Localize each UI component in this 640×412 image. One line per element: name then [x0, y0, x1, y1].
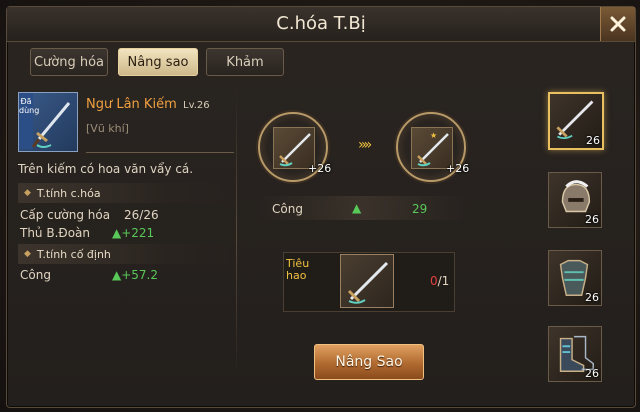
stat-value-troop-defense: ▲+221	[112, 226, 155, 240]
tab-star-up[interactable]: Nâng sao	[118, 48, 198, 76]
equipment-slot-helmet[interactable]: 26	[548, 172, 602, 228]
double-chevron-right-icon: »»	[358, 137, 372, 153]
stat-value-enhance-level: 26/26	[124, 208, 159, 222]
window-title: C.hóa T.Bị	[276, 13, 366, 34]
svg-text:★: ★	[430, 131, 437, 140]
slot-count: 26	[586, 134, 600, 147]
compare-stat-label: Công	[272, 202, 303, 216]
tab-inlay[interactable]: Khảm	[206, 48, 284, 76]
item-name: Ngư Lân Kiếm	[86, 97, 177, 112]
fixed-attributes-title: T.tính cố định	[36, 247, 111, 261]
stat-value-attack: ▲+57.2	[112, 268, 159, 282]
item-type: [Vũ khí]	[86, 122, 129, 135]
stat-label-enhance-level: Cấp cường hóa	[20, 208, 111, 222]
tab-enhance[interactable]: Cường hóa	[30, 48, 108, 76]
close-icon	[610, 16, 626, 32]
equipment-slot-boots[interactable]: 26	[548, 326, 602, 382]
cost-have: 0	[430, 274, 438, 288]
divider	[236, 86, 237, 382]
fixed-attributes-header: ◆ T.tính cố định	[18, 244, 234, 264]
sword-icon	[31, 102, 71, 148]
separator-line	[86, 152, 234, 153]
equipment-slot-weapon[interactable]: 26	[548, 92, 604, 150]
item-level: Lv.26	[183, 100, 210, 111]
cost-need: /1	[437, 274, 450, 288]
diamond-icon: ◆	[24, 249, 31, 259]
stat-label-troop-defense: Thủ B.Đoàn	[20, 226, 91, 240]
cost-count: 0/1	[430, 274, 449, 288]
current-item-count: +26	[308, 162, 332, 175]
up-arrow-icon: ▲	[112, 268, 122, 282]
compare-stat-value: 29	[412, 202, 428, 216]
slot-count: 26	[585, 213, 599, 226]
current-item-slot[interactable]: +26	[258, 112, 332, 182]
next-item-slot[interactable]: ★ +26	[396, 112, 470, 182]
stat-label-attack: Công	[20, 268, 51, 282]
close-button[interactable]	[600, 7, 635, 41]
sword-icon	[347, 261, 389, 304]
item-thumbnail: Đã dùng	[18, 92, 78, 152]
equipment-slot-armor[interactable]: 26	[548, 250, 602, 306]
star-up-button[interactable]: Nâng Sao	[314, 344, 424, 380]
title-bar: C.hóa T.Bị	[7, 7, 635, 42]
cost-label: Tiêu hao	[286, 257, 310, 282]
cost-material-slot[interactable]	[340, 254, 394, 308]
slot-count: 26	[585, 367, 599, 380]
up-arrow-icon: ▲	[352, 201, 362, 215]
item-description: Trên kiếm có hoa văn vẩy cá.	[18, 162, 194, 176]
next-item-count: +26	[446, 162, 470, 175]
enhance-attributes-header: ◆ T.tính c.hóa	[18, 183, 234, 203]
slot-count: 26	[585, 291, 599, 304]
diamond-icon: ◆	[24, 188, 31, 198]
up-arrow-icon: ▲	[112, 226, 122, 240]
enhance-attributes-title: T.tính c.hóa	[36, 186, 101, 200]
